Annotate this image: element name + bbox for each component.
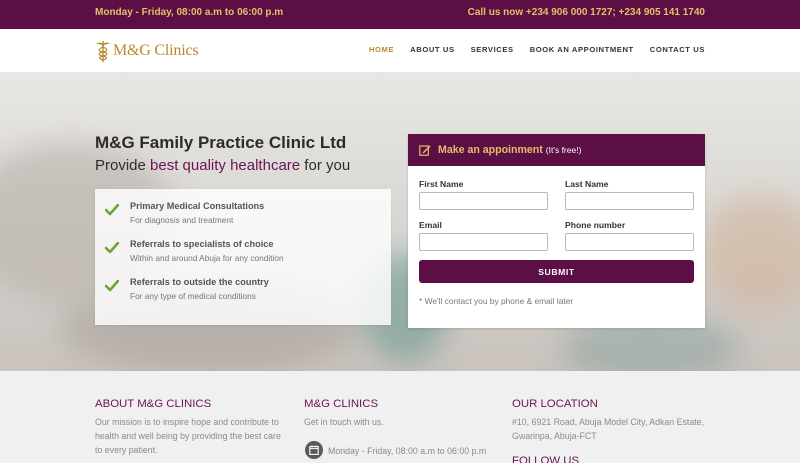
check-icon xyxy=(105,204,119,216)
form-heading-suffix: (It's free!) xyxy=(545,145,582,155)
hero-title: M&G Family Practice Clinic Ltd xyxy=(95,133,347,152)
main-nav: HOME ABOUT US SERVICES BOOK AN APPOINTME… xyxy=(369,45,705,54)
form-header: Make an appoinment (It's free!) xyxy=(408,134,705,166)
nav-services[interactable]: SERVICES xyxy=(471,45,514,54)
feature-description: For any type of medical conditions xyxy=(130,291,256,301)
form-heading-text: Make an appoinment xyxy=(438,144,543,156)
feature-title: Referrals to outside the country xyxy=(130,277,269,287)
email-label: Email xyxy=(419,220,442,230)
location-address-line: #10, 6921 Road, Abuja Model City, Adkan … xyxy=(512,417,705,427)
phone-numbers[interactable]: Call us now +234 906 000 1727; +234 905 … xyxy=(468,7,705,18)
email-input[interactable] xyxy=(419,233,548,251)
location-address: #10, 6921 Road, Abuja Model City, Adkan … xyxy=(512,415,704,443)
feature-title: Referrals to specialists of choice xyxy=(130,239,274,249)
hero-subtitle-after: for you xyxy=(300,157,351,174)
form-note: * We'll contact you by phone & email lat… xyxy=(419,296,574,306)
clinics-heading: M&G CLINICS xyxy=(304,398,379,410)
footer: ABOUT M&G CLINICS Our mission is to insp… xyxy=(0,371,800,463)
hero-section: M&G Family Practice Clinic Ltd Provide b… xyxy=(0,73,800,371)
top-bar: Monday - Friday, 08:00 a.m to 06:00 p.m … xyxy=(0,0,800,29)
edit-icon xyxy=(419,145,431,156)
feature-description: For diagnosis and treatment xyxy=(130,215,234,225)
follow-heading: FOLLOW US xyxy=(512,455,580,463)
about-text-line: health and well being by providing the b… xyxy=(95,431,281,441)
about-heading: ABOUT M&G CLINICS xyxy=(95,398,212,410)
check-icon xyxy=(105,242,119,254)
hero-subtitle-highlight: best quality healthcare xyxy=(150,157,301,174)
logo-text: M&G Clinics xyxy=(113,42,199,59)
clock-glyph xyxy=(309,445,319,455)
nav-book-appointment[interactable]: BOOK AN APPOINTMENT xyxy=(530,45,634,54)
first-name-input[interactable] xyxy=(419,192,548,210)
location-heading: OUR LOCATION xyxy=(512,398,598,410)
clinics-hours: Monday - Friday, 08:00 a.m to 06:00 p.m xyxy=(328,446,487,456)
form-heading: Make an appoinment (It's free!) xyxy=(438,144,581,156)
features-panel: Primary Medical Consultations For diagno… xyxy=(95,189,391,325)
caduceus-icon xyxy=(96,41,110,62)
about-text-line: Our mission is to inspire hope and contr… xyxy=(95,417,279,427)
first-name-label: First Name xyxy=(419,179,464,189)
opening-hours: Monday - Friday, 08:00 a.m to 06:00 p.m xyxy=(95,7,284,18)
nav-about-us[interactable]: ABOUT US xyxy=(410,45,454,54)
nav-contact-us[interactable]: CONTACT US xyxy=(650,45,705,54)
last-name-label: Last Name xyxy=(565,179,609,189)
submit-button[interactable]: SUBMIT xyxy=(419,260,694,283)
location-address-line: Gwarinpa, Abuja-FCT xyxy=(512,431,597,441)
appointment-form: Make an appoinment (It's free!) First Nam… xyxy=(408,134,705,328)
feature-title: Primary Medical Consultations xyxy=(130,201,265,211)
nav-home[interactable]: HOME xyxy=(369,45,394,54)
hero-background-blur xyxy=(700,193,800,313)
navbar: M&G Clinics HOME ABOUT US SERVICES BOOK … xyxy=(0,29,800,73)
phone-label: Phone number xyxy=(565,220,626,230)
logo[interactable]: M&G Clinics xyxy=(95,37,199,65)
phone-input[interactable] xyxy=(565,233,694,251)
clinics-text: Get in touch with us. xyxy=(304,417,384,427)
check-icon xyxy=(105,280,119,292)
about-text: Our mission is to inspire hope and contr… xyxy=(95,415,281,457)
feature-description: Within and around Abuja for any conditio… xyxy=(130,253,284,263)
hero-subtitle: Provide best quality healthcare for you xyxy=(95,157,350,174)
last-name-input[interactable] xyxy=(565,192,694,210)
hero-subtitle-before: Provide xyxy=(95,157,151,174)
about-text-line: to every patient. xyxy=(95,445,158,455)
clock-icon xyxy=(305,441,323,459)
